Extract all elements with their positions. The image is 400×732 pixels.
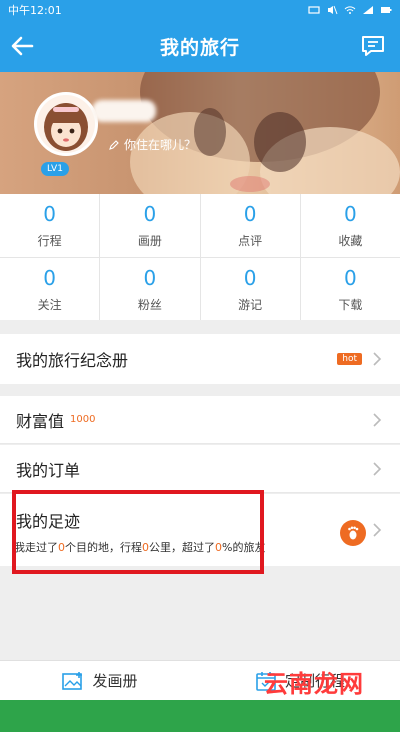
chevron-right-icon — [373, 352, 382, 366]
picture-icon — [62, 671, 83, 690]
mute-icon — [328, 5, 338, 15]
stat-label: 画册 — [137, 234, 162, 248]
chevron-right-icon — [373, 523, 382, 537]
stat-label: 行程 — [37, 234, 62, 248]
battery-icon — [381, 7, 392, 13]
avatar-girl-icon — [37, 95, 95, 153]
stats-row: 0 关注 0 粉丝 0 游记 0 下载 — [0, 257, 400, 320]
hot-badge: hot — [337, 353, 362, 365]
stat-value: 0 — [243, 265, 257, 290]
chevron-right-icon — [373, 412, 382, 427]
stat-travelogues[interactable]: 0 游记 — [199, 258, 300, 320]
stats-row: 0 行程 0 画册 0 点评 0 收藏 — [0, 194, 400, 257]
watermark-text: 云南龙网 — [264, 670, 364, 698]
menu-item-wealth[interactable]: 财富值 1000 — [0, 396, 400, 444]
status-time: 中午12:01 — [8, 4, 62, 17]
stat-label: 粉丝 — [137, 297, 162, 312]
watermark: 云南龙网 — [264, 664, 364, 699]
stat-label: 关注 — [37, 297, 62, 312]
footprint-icon — [340, 520, 366, 546]
stat-label: 点评 — [238, 234, 263, 248]
menu-item-label: 我的旅行纪念册 — [16, 351, 129, 370]
signal-icon — [363, 6, 373, 14]
menu-item-orders[interactable]: 我的订单 — [0, 445, 400, 493]
page-title: 我的旅行 — [159, 36, 240, 59]
publish-album-label: 发画册 — [92, 672, 138, 690]
annotation-highlight-box — [12, 490, 264, 574]
stat-value: 0 — [43, 265, 56, 290]
stat-downloads[interactable]: 0 下载 — [299, 258, 400, 320]
stat-trips[interactable]: 0 行程 — [0, 194, 99, 257]
stat-value: 0 — [143, 265, 157, 290]
location-text: 你住在哪儿？ — [124, 138, 197, 152]
stat-reviews[interactable]: 0 点评 — [199, 194, 300, 257]
stat-value: 0 — [344, 202, 357, 226]
stat-value: 0 — [43, 202, 56, 226]
menu-item-label: 财富值 — [16, 411, 65, 431]
stat-following[interactable]: 0 关注 — [0, 258, 99, 320]
status-bar: 中午12:01 — [0, 0, 400, 20]
stat-value: 0 — [143, 202, 157, 226]
message-icon[interactable] — [360, 33, 386, 59]
stat-value: 0 — [243, 202, 257, 226]
stat-albums[interactable]: 0 画册 — [99, 194, 199, 257]
nickname-redacted — [92, 100, 156, 122]
stat-followers[interactable]: 0 粉丝 — [99, 258, 199, 320]
stat-label: 下载 — [338, 297, 363, 312]
stat-label: 收藏 — [338, 234, 363, 248]
title-bar: 我的旅行 — [0, 20, 400, 72]
menu-item-label: 我的订单 — [16, 460, 81, 480]
stat-favorites[interactable]: 0 收藏 — [299, 194, 400, 257]
stats-grid: 0 行程 0 画册 0 点评 0 收藏 0 关注 0 粉丝 0 游记 0 下载 — [0, 194, 400, 320]
wifi-icon — [344, 6, 356, 14]
back-arrow-icon[interactable] — [8, 32, 36, 60]
menu-item-souvenir[interactable]: 我的旅行纪念册 hot — [0, 334, 400, 384]
notification-icon — [308, 6, 320, 14]
edit-pencil-icon — [109, 139, 119, 150]
bottom-green-strip — [0, 700, 400, 732]
avatar[interactable] — [34, 92, 98, 156]
stat-value: 0 — [344, 265, 357, 290]
stat-label: 游记 — [238, 297, 263, 312]
status-icons — [308, 5, 392, 15]
location-prompt[interactable]: 你住在哪儿？ — [108, 136, 196, 153]
level-badge: LV1 — [41, 162, 69, 176]
profile-banner: LV1 你住在哪儿？ — [0, 72, 400, 194]
publish-album-button[interactable]: 发画册 — [0, 661, 200, 700]
wealth-value: 1000 — [70, 414, 96, 425]
chevron-right-icon — [373, 461, 382, 476]
